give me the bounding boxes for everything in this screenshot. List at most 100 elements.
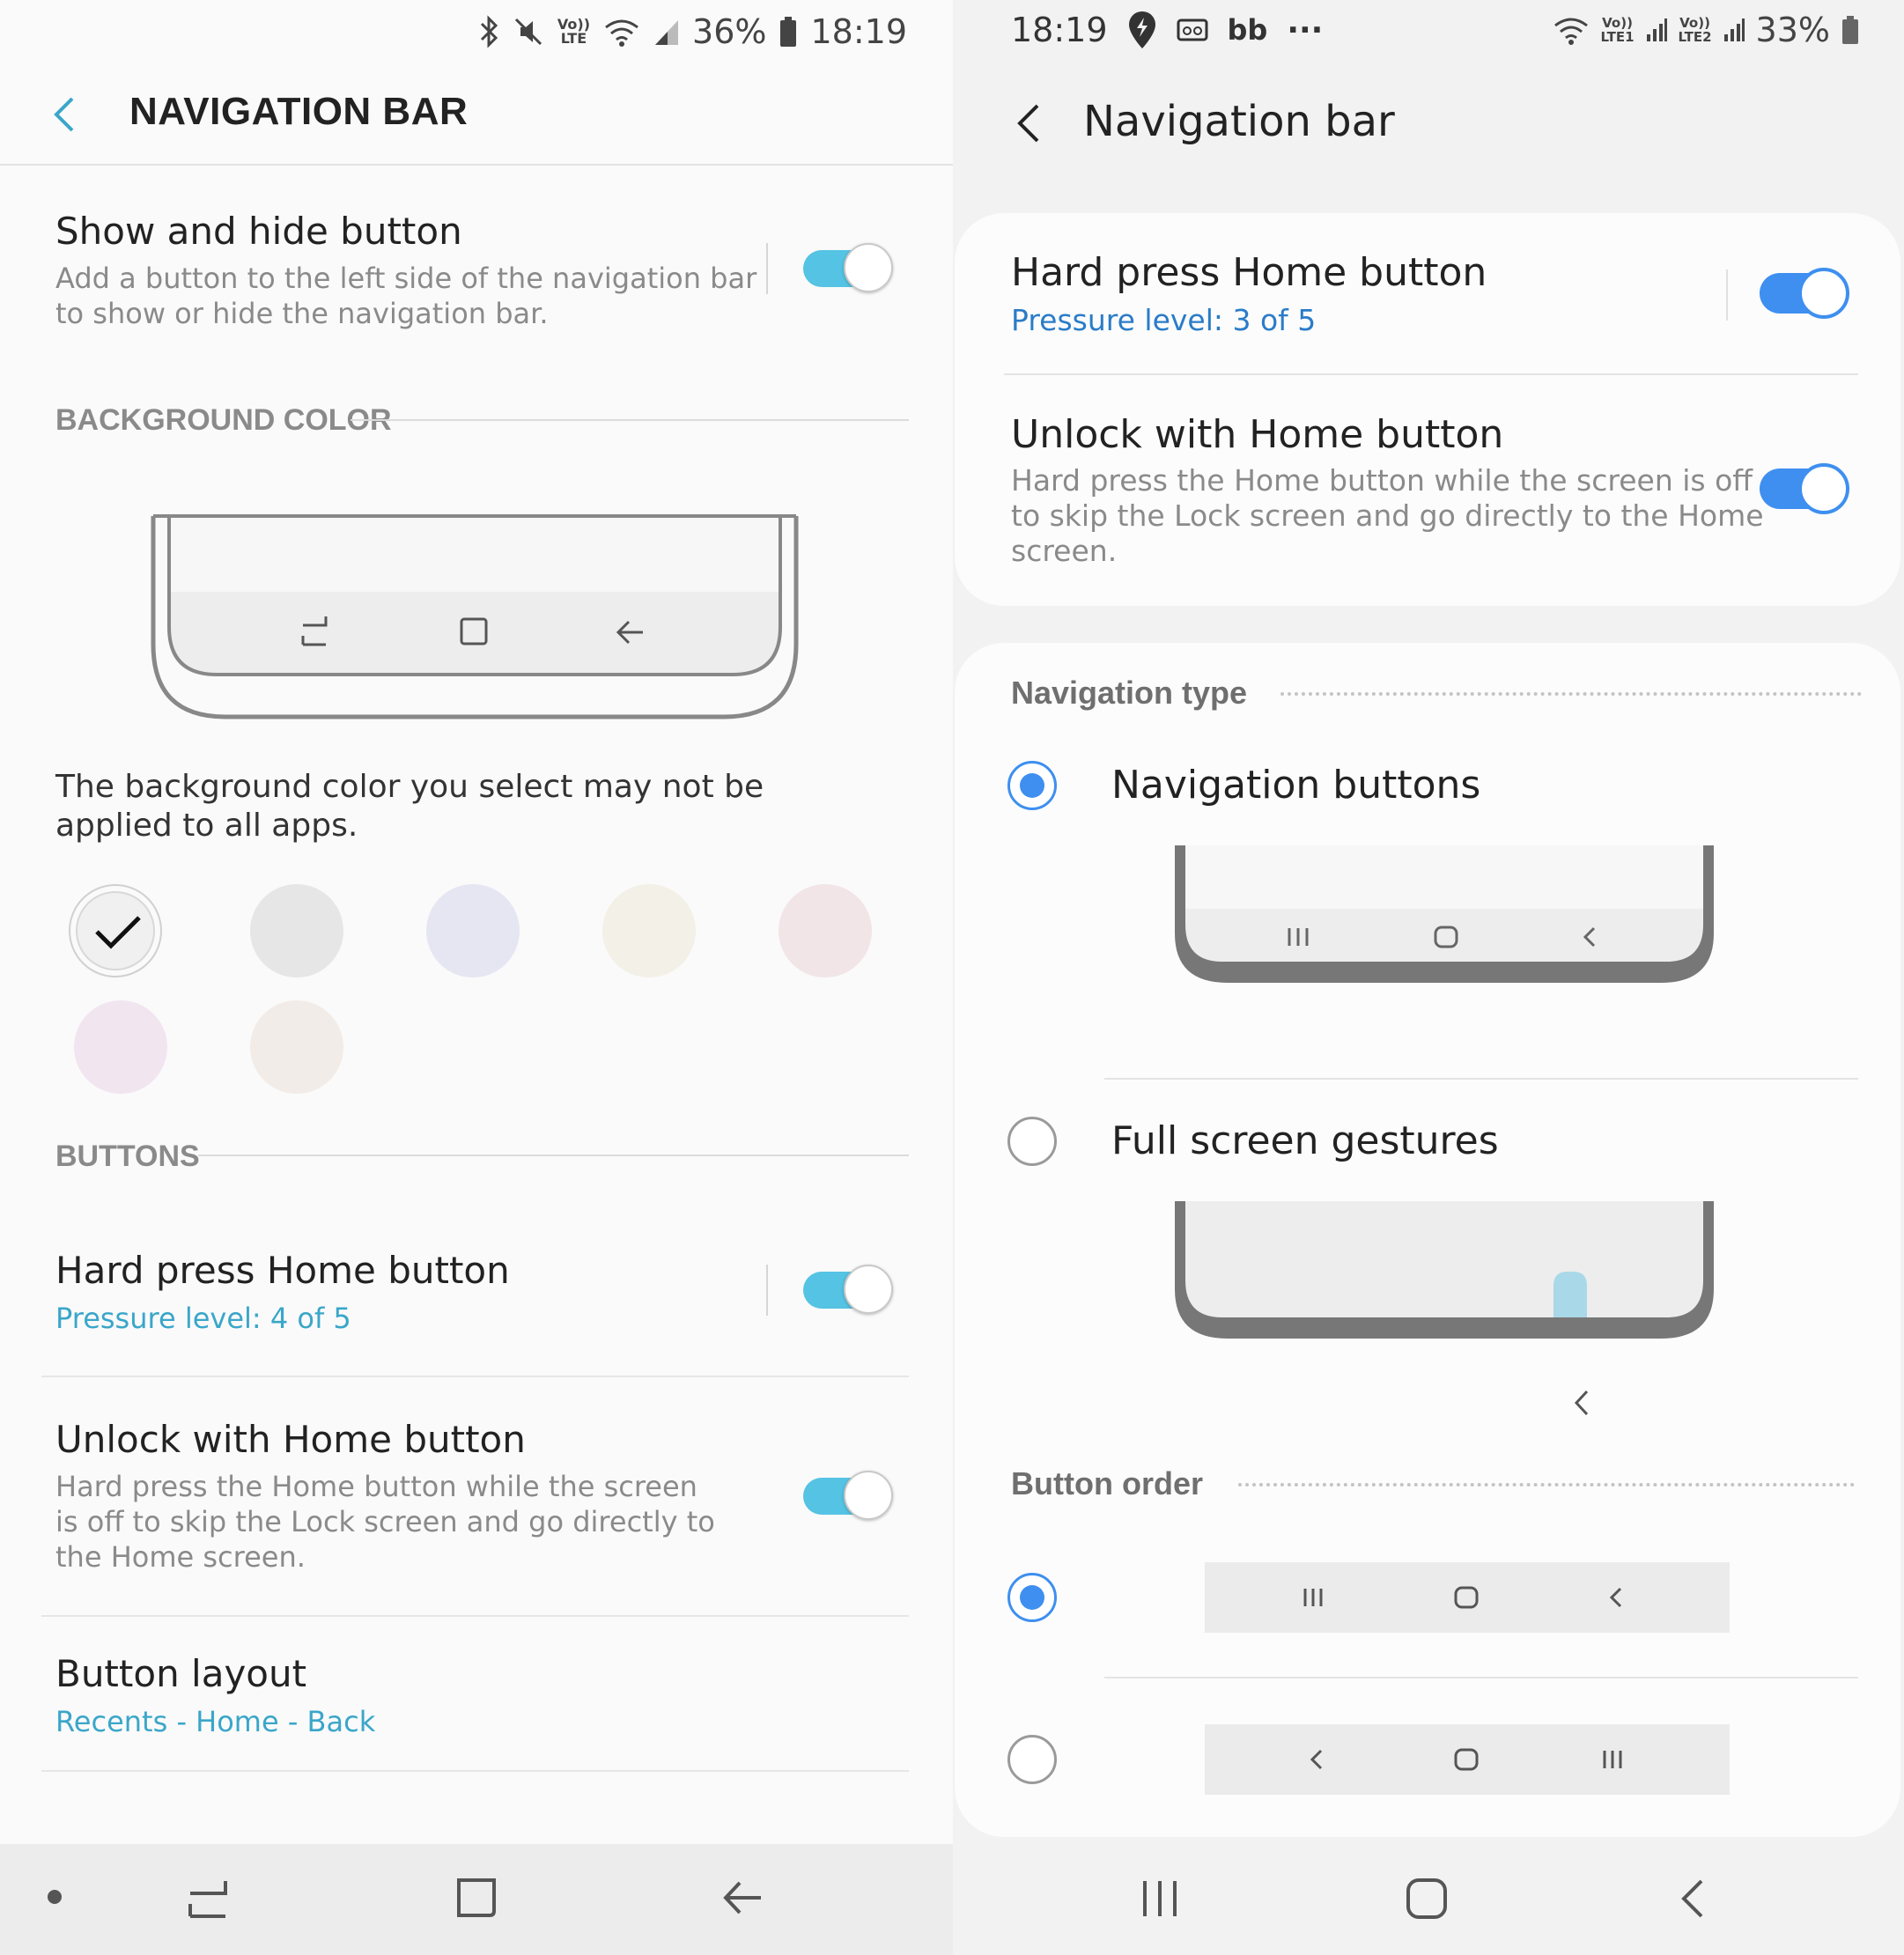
- unlock-desc-line1: Hard press the Home button while the scr…: [55, 1470, 697, 1503]
- mute-icon: [514, 18, 542, 46]
- status-bar: Vo)) LTE 36% 18:19: [478, 7, 907, 56]
- section-divider: [198, 1155, 909, 1156]
- section-dotted-divider: [1238, 1483, 1855, 1487]
- hard-press-value: Pressure level: 3 of 5: [1011, 303, 1317, 337]
- unlock-desc-line3: the Home screen.: [55, 1540, 306, 1574]
- color-swatch-6[interactable]: [74, 1000, 167, 1094]
- status-bar-left: 18:19 bb ···: [1011, 5, 1323, 55]
- vr-icon: [1177, 18, 1208, 41]
- unlock-desc-line1: Hard press the Home button while the scr…: [1011, 463, 1753, 498]
- hard-press-value: Pressure level: 4 of 5: [55, 1302, 351, 1335]
- unlock-desc-line2: to skip the Lock screen and go directly …: [1011, 498, 1764, 533]
- home-icon[interactable]: [454, 1876, 498, 1920]
- home-button-card: Hard press Home button Pressure level: 3…: [955, 213, 1900, 606]
- section-background-color: BACKGROUND COLOR: [55, 403, 392, 437]
- full-screen-gestures-radio[interactable]: [1007, 1117, 1057, 1166]
- unlock-toggle[interactable]: [1760, 463, 1849, 514]
- volte1-label: Vo)): [1602, 15, 1633, 31]
- volte-indicator: Vo)) LTE: [557, 18, 590, 46]
- section-buttons: BUTTONS: [55, 1140, 200, 1173]
- button-layout-title: Button layout: [55, 1652, 307, 1695]
- hard-press-title: Hard press Home button: [55, 1249, 510, 1292]
- system-navigation-bar: [0, 1844, 953, 1955]
- unlock-desc-line2: is off to skip the Lock screen and go di…: [55, 1505, 715, 1538]
- page-title: NAVIGATION BAR: [129, 90, 469, 133]
- home-icon[interactable]: [1404, 1876, 1450, 1922]
- home-icon: [1454, 1748, 1479, 1771]
- unlock-toggle[interactable]: [803, 1471, 893, 1522]
- wifi-icon: [605, 19, 638, 47]
- button-order-1-radio[interactable]: [1007, 1573, 1057, 1622]
- signal-icon: [1646, 18, 1667, 41]
- app-letters-icon: bb: [1227, 13, 1268, 47]
- color-swatch-4[interactable]: [602, 884, 696, 978]
- color-swatch-1[interactable]: [69, 884, 162, 978]
- right-screen: 18:19 bb ··· Vo)) LTE1 Vo)) LTE2 33% Nav…: [953, 0, 1904, 1955]
- bluetooth-icon: [480, 15, 498, 48]
- full-screen-gestures-preview: [1175, 1201, 1714, 1339]
- navigation-buttons-radio[interactable]: [1007, 761, 1057, 810]
- button-order-2-preview: [1205, 1724, 1730, 1795]
- back-icon: [1609, 1587, 1622, 1608]
- show-hide-desc-line1: Add a button to the left side of the nav…: [55, 262, 757, 295]
- row-divider: [41, 1770, 909, 1772]
- bg-note-line2: applied to all apps.: [55, 808, 358, 844]
- unlock-title: Unlock with Home button: [1011, 412, 1504, 457]
- clock: 18:19: [810, 12, 907, 51]
- recents-icon: [1603, 1751, 1622, 1768]
- section-navigation-type: Navigation type: [1011, 675, 1248, 711]
- unlock-desc-line3: screen.: [1011, 534, 1118, 568]
- sim2-indicator: Vo)) LTE2: [1679, 16, 1712, 44]
- location-icon: [1128, 11, 1155, 48]
- recents-icon[interactable]: [1138, 1876, 1182, 1922]
- vertical-separator: [766, 243, 768, 294]
- back-icon: [1310, 1749, 1323, 1770]
- battery-icon: [780, 17, 797, 47]
- check-icon: [95, 916, 141, 949]
- show-hide-desc-line2: to show or hide the navigation bar.: [55, 297, 549, 330]
- vertical-separator: [766, 1265, 768, 1316]
- home-icon: [1454, 1586, 1479, 1609]
- back-icon[interactable]: [720, 1876, 764, 1920]
- bg-note-line1: The background color you select may not …: [55, 769, 764, 805]
- battery-percent: 33%: [1755, 11, 1830, 49]
- full-screen-gestures-label: Full screen gestures: [1111, 1118, 1499, 1163]
- lte2-label: LTE2: [1678, 29, 1712, 45]
- signal-icon: [1723, 18, 1745, 41]
- color-swatch-2[interactable]: [250, 884, 343, 978]
- back-icon[interactable]: [1675, 1876, 1710, 1922]
- lte-label: LTE: [560, 30, 587, 47]
- gesture-back-chevron-icon: [1574, 1390, 1589, 1416]
- navigation-buttons-label: Navigation buttons: [1111, 763, 1481, 808]
- section-dotted-divider: [1280, 692, 1862, 696]
- left-screen: Vo)) LTE 36% 18:19 NAVIGATION BAR Show a…: [0, 0, 953, 1955]
- section-divider: [351, 419, 909, 421]
- row-divider: [1104, 1677, 1858, 1678]
- color-swatch-3[interactable]: [426, 884, 520, 978]
- unlock-title: Unlock with Home button: [55, 1418, 526, 1461]
- lte1-label: LTE1: [1600, 29, 1635, 45]
- show-hide-toggle[interactable]: [803, 243, 893, 294]
- show-hide-dot-icon[interactable]: [46, 1888, 63, 1906]
- navigation-buttons-preview: [1175, 845, 1714, 983]
- wifi-icon: [1553, 18, 1588, 45]
- color-swatch-7[interactable]: [250, 1000, 343, 1094]
- color-swatch-5[interactable]: [779, 884, 872, 978]
- recents-icon[interactable]: [185, 1876, 231, 1922]
- section-button-order: Button order: [1011, 1465, 1203, 1501]
- button-layout-value: Recents - Home - Back: [55, 1705, 376, 1738]
- app-header: NAVIGATION BAR: [0, 69, 953, 166]
- status-bar-right: Vo)) LTE1 Vo)) LTE2 33%: [1552, 5, 1860, 55]
- hard-press-toggle[interactable]: [803, 1265, 893, 1316]
- signal-icon: [655, 20, 679, 45]
- clock: 18:19: [1011, 11, 1108, 49]
- button-order-2-radio[interactable]: [1007, 1735, 1057, 1784]
- row-divider: [41, 1376, 909, 1377]
- back-arrow-icon[interactable]: [46, 88, 90, 141]
- battery-icon: [1842, 16, 1858, 44]
- back-arrow-icon[interactable]: [1011, 97, 1046, 150]
- recents-icon: [1303, 1589, 1323, 1606]
- row-divider: [1004, 373, 1858, 375]
- volte2-label: Vo)): [1679, 15, 1710, 31]
- hard-press-toggle[interactable]: [1760, 268, 1849, 319]
